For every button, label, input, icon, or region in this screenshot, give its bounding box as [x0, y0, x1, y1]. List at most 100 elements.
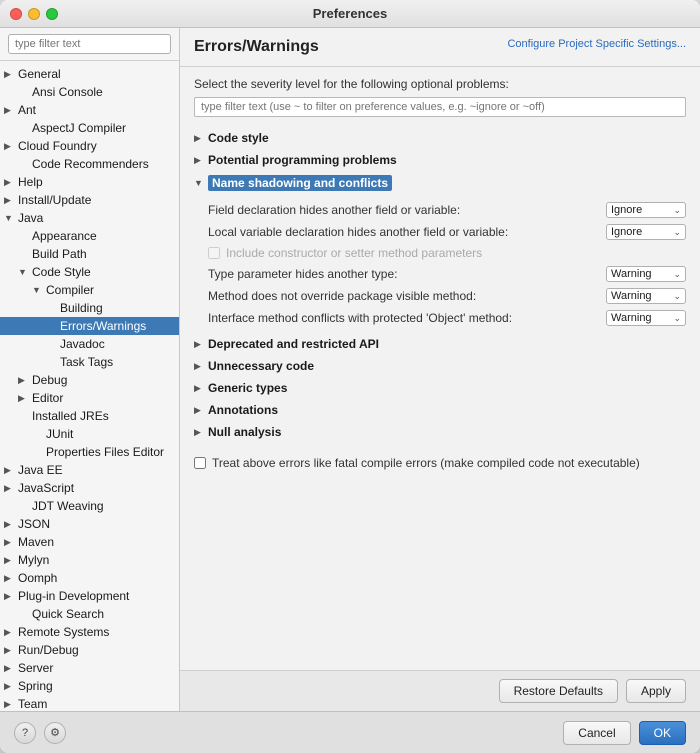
sidebar-item-label: Building [60, 301, 103, 315]
setting-field-declaration: Field declaration hides another field or… [208, 199, 686, 221]
section-header-unnecessary-code[interactable]: ▶Unnecessary code [194, 355, 686, 377]
sidebar-item-quick-search[interactable]: Quick Search [0, 605, 179, 623]
section-header-code-style[interactable]: ▶Code style [194, 127, 686, 149]
section-arrow-icon: ▶ [194, 361, 208, 372]
sidebar-item-help[interactable]: ▶Help [0, 173, 179, 191]
section-arrow-icon: ▶ [194, 339, 208, 350]
sidebar-item-installed-jres[interactable]: Installed JREs [0, 407, 179, 425]
close-button[interactable] [10, 8, 22, 20]
sidebar-item-editor[interactable]: ▶Editor [0, 389, 179, 407]
dropdown-field-declaration[interactable]: Ignore⌄ [606, 202, 686, 218]
sidebar-item-label: AspectJ Compiler [32, 121, 126, 135]
sidebar-item-javascript[interactable]: ▶JavaScript [0, 479, 179, 497]
section-code-style: ▶Code style [194, 127, 686, 149]
sidebar-item-debug[interactable]: ▶Debug [0, 371, 179, 389]
tree-arrow-icon: ▼ [18, 267, 32, 277]
setting-include-constructor: Include constructor or setter method par… [208, 243, 686, 263]
sidebar-item-java-ee[interactable]: ▶Java EE [0, 461, 179, 479]
cancel-button[interactable]: Cancel [563, 721, 630, 745]
footer-left: ? ⚙ [14, 722, 66, 744]
sidebar-item-errors-warnings[interactable]: Errors/Warnings [0, 317, 179, 335]
sidebar-item-building[interactable]: Building [0, 299, 179, 317]
dropdown-interface-method[interactable]: Warning⌄ [606, 310, 686, 326]
sidebar-item-code-recommenders[interactable]: Code Recommenders [0, 155, 179, 173]
sidebar-item-label: Build Path [32, 247, 87, 261]
apply-button[interactable]: Apply [626, 679, 686, 703]
dropdown-type-parameter[interactable]: Warning⌄ [606, 266, 686, 282]
sidebar-item-remote-systems[interactable]: ▶Remote Systems [0, 623, 179, 641]
help-button[interactable]: ? [14, 722, 36, 744]
ok-button[interactable]: OK [639, 721, 686, 745]
section-header-annotations[interactable]: ▶Annotations [194, 399, 686, 421]
setting-label-type-parameter: Type parameter hides another type: [208, 267, 606, 281]
fatal-errors-row: Treat above errors like fatal compile er… [194, 453, 686, 473]
sidebar-item-java[interactable]: ▼Java [0, 209, 179, 227]
sidebar-item-jdt-weaving[interactable]: JDT Weaving [0, 497, 179, 515]
sidebar-item-appearance[interactable]: Appearance [0, 227, 179, 245]
section-header-deprecated-api[interactable]: ▶Deprecated and restricted API [194, 333, 686, 355]
sidebar-item-label: Oomph [18, 571, 57, 585]
setting-type-parameter: Type parameter hides another type:Warnin… [208, 263, 686, 285]
dropdown-value-type-parameter: Warning [611, 268, 652, 280]
content-filter-input[interactable] [194, 97, 686, 117]
sidebar-item-server[interactable]: ▶Server [0, 659, 179, 677]
sidebar-filter-input[interactable] [8, 34, 171, 54]
sidebar-item-team[interactable]: ▶Team [0, 695, 179, 711]
minimize-button[interactable] [28, 8, 40, 20]
chevron-down-icon: ⌄ [673, 205, 681, 216]
sidebar-item-ansi-console[interactable]: Ansi Console [0, 83, 179, 101]
tree-arrow-icon: ▼ [32, 285, 46, 295]
sidebar-item-plug-in-development[interactable]: ▶Plug-in Development [0, 587, 179, 605]
tree-arrow-icon: ▶ [4, 141, 18, 152]
tree-arrow-icon: ▶ [18, 375, 32, 386]
sidebar-item-cloud-foundry[interactable]: ▶Cloud Foundry [0, 137, 179, 155]
footer-right: Cancel OK [563, 721, 686, 745]
sidebar-item-run-debug[interactable]: ▶Run/Debug [0, 641, 179, 659]
sidebar-item-code-style[interactable]: ▼Code Style [0, 263, 179, 281]
section-arrow-icon: ▶ [194, 383, 208, 394]
section-content-name-shadowing: Field declaration hides another field or… [194, 195, 686, 333]
section-label: Null analysis [208, 425, 281, 439]
section-arrow-icon: ▶ [194, 133, 208, 144]
restore-defaults-button[interactable]: Restore Defaults [499, 679, 618, 703]
configure-project-link[interactable]: Configure Project Specific Settings... [507, 38, 686, 50]
title-bar: Preferences [0, 0, 700, 28]
sidebar-item-spring[interactable]: ▶Spring [0, 677, 179, 695]
sidebar-item-build-path[interactable]: Build Path [0, 245, 179, 263]
sidebar-item-install-update[interactable]: ▶Install/Update [0, 191, 179, 209]
window-controls [10, 8, 58, 20]
sidebar-item-label: Compiler [46, 283, 94, 297]
sidebar-item-ant[interactable]: ▶Ant [0, 101, 179, 119]
setting-label-method-override: Method does not override package visible… [208, 289, 606, 303]
fatal-errors-checkbox[interactable] [194, 457, 206, 469]
settings-icon-button[interactable]: ⚙ [44, 722, 66, 744]
setting-local-variable: Local variable declaration hides another… [208, 221, 686, 243]
dropdown-value-method-override: Warning [611, 290, 652, 302]
maximize-button[interactable] [46, 8, 58, 20]
sidebar-item-properties-file-editor[interactable]: Properties Files Editor [0, 443, 179, 461]
main-content: Configure Project Specific Settings... E… [180, 28, 700, 711]
sidebar-item-label: Help [18, 175, 43, 189]
section-arrow-icon: ▶ [194, 405, 208, 416]
sidebar-item-maven[interactable]: ▶Maven [0, 533, 179, 551]
chevron-down-icon: ⌄ [673, 313, 681, 324]
sidebar-item-json[interactable]: ▶JSON [0, 515, 179, 533]
sidebar-item-mylyn[interactable]: ▶Mylyn [0, 551, 179, 569]
section-header-potential-programming[interactable]: ▶Potential programming problems [194, 149, 686, 171]
section-header-generic-types[interactable]: ▶Generic types [194, 377, 686, 399]
sidebar-item-label: Java [18, 211, 43, 225]
sidebar-item-general[interactable]: ▶General [0, 65, 179, 83]
sidebar-item-junit[interactable]: JUnit [0, 425, 179, 443]
section-header-name-shadowing[interactable]: ▼Name shadowing and conflicts [194, 171, 686, 195]
sidebar-item-compiler[interactable]: ▼Compiler [0, 281, 179, 299]
sidebar-item-javadoc[interactable]: Javadoc [0, 335, 179, 353]
sidebar-item-aspectj[interactable]: AspectJ Compiler [0, 119, 179, 137]
sidebar-item-label: Appearance [32, 229, 97, 243]
sidebar-item-task-tags[interactable]: Task Tags [0, 353, 179, 371]
sidebar-item-oomph[interactable]: ▶Oomph [0, 569, 179, 587]
dropdown-local-variable[interactable]: Ignore⌄ [606, 224, 686, 240]
section-header-null-analysis[interactable]: ▶Null analysis [194, 421, 686, 443]
dropdown-method-override[interactable]: Warning⌄ [606, 288, 686, 304]
sidebar-item-label: Plug-in Development [18, 589, 129, 603]
sidebar-item-label: Ansi Console [32, 85, 103, 99]
